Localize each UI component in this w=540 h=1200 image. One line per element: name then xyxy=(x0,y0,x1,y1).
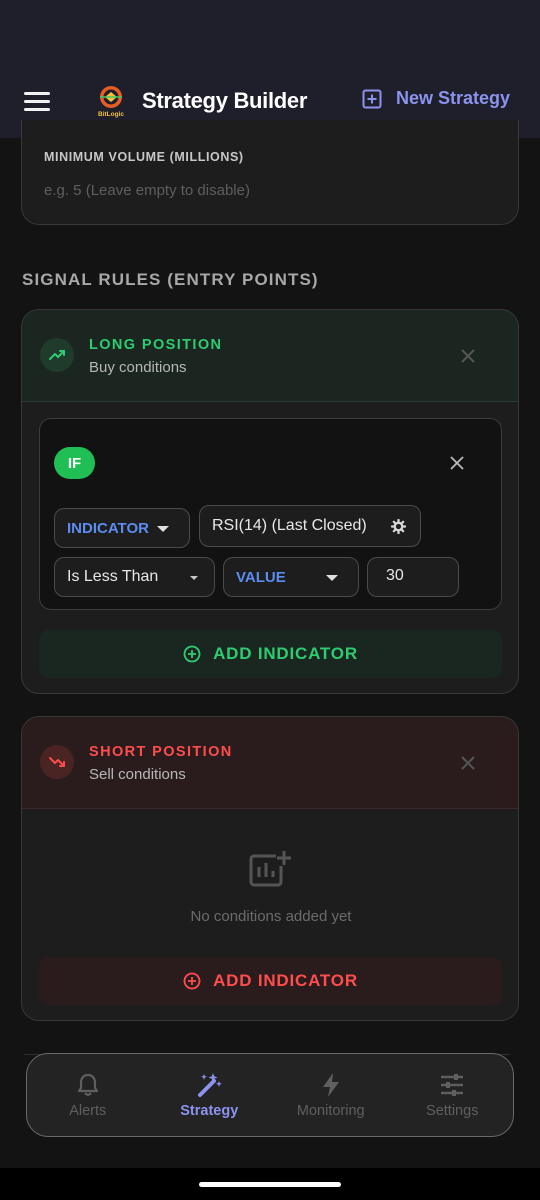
gear-icon xyxy=(391,519,406,534)
empty-state-text: No conditions added yet xyxy=(190,908,352,925)
menu-icon-line xyxy=(24,108,50,111)
status-bar xyxy=(0,0,540,60)
long-position-card: LONG POSITION Buy conditions IF INDICATO… xyxy=(21,309,519,694)
page-title: Strategy Builder xyxy=(142,88,308,113)
add-indicator-button-short[interactable]: ADD INDICATOR xyxy=(39,957,502,1005)
add-chart-icon xyxy=(249,850,292,887)
add-circle-icon xyxy=(183,645,201,663)
indicator-select[interactable]: RSI(14) (Last Closed) xyxy=(199,505,421,547)
operator-select[interactable]: Is Less Than xyxy=(54,557,215,597)
if-badge: IF xyxy=(54,447,95,479)
add-indicator-button-long[interactable]: ADD INDICATOR xyxy=(39,630,502,678)
menu-icon-line xyxy=(24,100,50,103)
sliders-icon xyxy=(441,1074,464,1096)
chevron-down-icon xyxy=(157,526,169,532)
add-square-icon xyxy=(362,89,382,108)
trending-up-icon xyxy=(40,338,74,372)
indicator-label: RSI(14) (Last Closed) xyxy=(212,517,367,534)
nav-label-alerts: Alerts xyxy=(69,1103,107,1119)
lightning-icon xyxy=(322,1073,339,1097)
long-position-header: LONG POSITION Buy conditions xyxy=(22,310,518,402)
value-text: 30 xyxy=(386,567,404,584)
add-circle-icon xyxy=(183,972,201,990)
nav-label-settings: Settings xyxy=(426,1103,479,1119)
chevron-down-icon xyxy=(190,576,198,580)
nav-item-strategy[interactable]: Strategy xyxy=(149,1054,271,1136)
value-input[interactable]: 30 xyxy=(367,557,459,597)
bitlogic-logo: BitLogic xyxy=(96,84,126,118)
short-position-header: SHORT POSITION Sell conditions xyxy=(22,717,518,809)
short-position-card: SHORT POSITION Sell conditions No condit… xyxy=(21,716,519,1021)
minimum-volume-input[interactable]: e.g. 5 (Leave empty to disable) xyxy=(44,182,250,199)
long-position-subtitle: Buy conditions xyxy=(89,359,187,376)
right-operand-type-label: VALUE xyxy=(236,568,286,586)
minimum-volume-label: MINIMUM VOLUME (MILLIONS) xyxy=(44,150,244,164)
short-position-subtitle: Sell conditions xyxy=(89,766,186,783)
add-indicator-label: ADD INDICATOR xyxy=(213,971,358,990)
menu-icon-line xyxy=(24,92,50,95)
long-position-title: LONG POSITION xyxy=(89,337,223,353)
left-operand-type-select[interactable]: INDICATOR xyxy=(54,508,190,548)
close-icon[interactable] xyxy=(460,755,476,771)
operator-label: Is Less Than xyxy=(67,568,159,585)
logo-text: BitLogic xyxy=(98,111,124,118)
minimum-volume-card: MINIMUM VOLUME (MILLIONS) e.g. 5 (Leave … xyxy=(21,120,519,225)
new-strategy-label: New Strategy xyxy=(396,88,511,108)
condition-rule: IF INDICATOR RSI(14) (Last Closed) Is Le… xyxy=(39,418,502,610)
trending-down-icon xyxy=(40,745,74,779)
right-operand-type-select[interactable]: VALUE xyxy=(223,557,359,597)
close-icon[interactable] xyxy=(460,348,476,364)
close-icon[interactable] xyxy=(450,456,464,470)
chevron-down-icon xyxy=(326,575,338,581)
magic-wand-icon xyxy=(198,1073,223,1097)
nav-item-monitoring[interactable]: Monitoring xyxy=(270,1054,392,1136)
menu-button[interactable] xyxy=(24,92,50,112)
home-indicator[interactable] xyxy=(199,1182,341,1187)
new-strategy-button[interactable]: New Strategy xyxy=(362,88,510,109)
short-position-title: SHORT POSITION xyxy=(89,744,233,760)
nav-label-strategy: Strategy xyxy=(180,1103,239,1119)
signal-rules-title: SIGNAL RULES (ENTRY POINTS) xyxy=(22,270,319,289)
nav-item-alerts[interactable]: Alerts xyxy=(27,1054,149,1136)
left-operand-type-label: INDICATOR xyxy=(67,519,149,537)
nav-item-settings[interactable]: Settings xyxy=(392,1054,514,1136)
bottom-nav: Alerts Strategy Monitoring Settings xyxy=(26,1053,514,1137)
add-indicator-label: ADD INDICATOR xyxy=(213,644,358,663)
bell-icon xyxy=(77,1073,98,1096)
nav-label-monitoring: Monitoring xyxy=(296,1103,365,1119)
